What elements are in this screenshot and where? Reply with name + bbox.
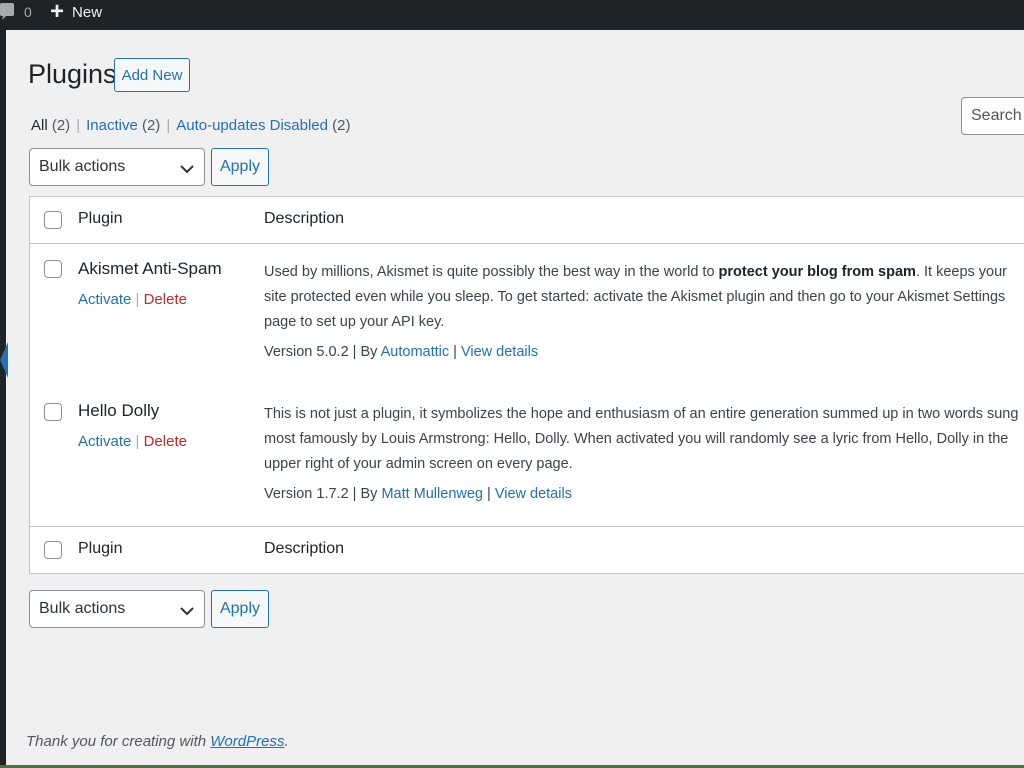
separator: | [76,117,81,134]
filter-auto-updates-disabled[interactable]: Auto-updates Disabled (2) [176,117,350,134]
comments-link[interactable]: 0 [0,3,32,21]
delete-link[interactable]: Delete [144,291,187,308]
table-header: Plugin Description [30,197,1024,244]
row-checkbox[interactable] [44,260,62,278]
admin-bar: 0 + New [0,0,1024,30]
comment-icon [0,3,14,21]
new-content-button[interactable]: + New [50,0,103,25]
wordpress-link[interactable]: WordPress [210,733,284,750]
column-footer-description: Description [264,540,345,557]
author-link[interactable]: Automattic [381,344,450,360]
table-row: Hello Dolly Activate | Delete This is no… [30,386,1024,528]
search-plugins-input[interactable]: Search i [961,97,1024,135]
plugin-name: Akismet Anti-Spam [78,259,222,278]
bulk-actions-select-bottom[interactable]: Bulk actions [29,590,205,628]
apply-button-top[interactable]: Apply [211,148,269,186]
comments-count: 0 [24,4,32,20]
plugin-meta: Version 5.0.2 | By Automattic | View det… [264,344,539,360]
row-actions: Activate | Delete [78,433,187,450]
view-details-link[interactable]: View details [461,344,538,360]
chevron-down-icon [180,603,194,621]
search-placeholder: Search i [971,107,1024,124]
column-footer-plugin[interactable]: Plugin [78,540,122,558]
bulk-actions-select-top[interactable]: Bulk actions [29,148,205,186]
activate-link[interactable]: Activate [78,433,131,450]
author-link[interactable]: Matt Mullenweg [381,486,483,502]
select-all-checkbox[interactable] [44,211,62,229]
filter-inactive[interactable]: Inactive (2) [86,117,160,134]
plugin-name: Hello Dolly [78,401,160,420]
plugin-description: This is not just a plugin, it symbolizes… [264,406,1019,472]
page-title: Plugins [28,59,117,89]
select-all-checkbox-footer[interactable] [44,541,62,559]
plugin-meta: Version 1.7.2 | By Matt Mullenweg | View… [264,486,572,502]
bulk-actions-value: Bulk actions [39,158,126,175]
column-header-plugin[interactable]: Plugin [78,210,122,228]
plugin-status-filters: All (2) | Inactive (2) | Auto-updates Disabl… [31,117,351,134]
apply-button-bottom[interactable]: Apply [211,590,269,628]
column-header-description: Description [264,210,345,227]
plugins-table: Plugin Description Akismet Anti-Spam Act… [29,196,1024,574]
table-row: Akismet Anti-Spam Activate | Delete Used… [30,244,1024,387]
plus-icon: + [50,0,65,25]
main-content: Plugins Add New All (2) | Inactive (2) | Aut… [6,30,1024,765]
row-actions: Activate | Delete [78,291,187,308]
chevron-down-icon [180,161,194,179]
delete-link[interactable]: Delete [144,433,187,450]
activate-link[interactable]: Activate [78,291,131,308]
collapse-menu-arrow-icon[interactable] [0,342,8,378]
footer-thanks: Thank you for creating with WordPress. [26,733,289,750]
table-footer: Plugin Description [30,526,1024,573]
add-new-button[interactable]: Add New [114,58,190,92]
filter-all[interactable]: All (2) [31,117,70,134]
view-details-link[interactable]: View details [495,486,572,502]
plugin-description: Used by millions, Akismet is quite possi… [264,264,1008,330]
separator: | [166,117,171,134]
new-label: New [72,3,103,21]
bulk-actions-value: Bulk actions [39,600,126,617]
row-checkbox[interactable] [44,403,62,421]
